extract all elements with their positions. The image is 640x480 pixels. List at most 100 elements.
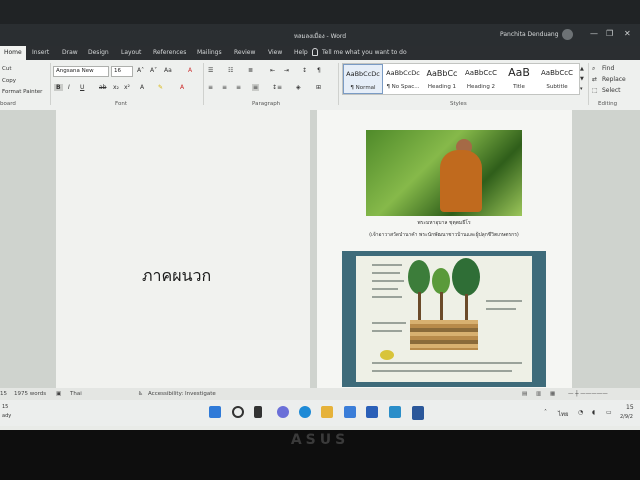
minimize-button[interactable]: —	[590, 29, 598, 38]
mail-icon[interactable]	[344, 406, 356, 418]
volume-icon[interactable]: ◖	[592, 409, 595, 416]
clock-date[interactable]: 2/9/2	[620, 414, 633, 420]
text-effects-icon[interactable]: A	[140, 84, 144, 91]
clear-format-icon[interactable]: A	[188, 67, 192, 74]
bold-icon[interactable]: B	[54, 84, 63, 91]
underline-icon[interactable]: U	[80, 84, 84, 91]
tall-tree-illustration	[452, 258, 480, 296]
weather-widget[interactable]: 15	[2, 404, 8, 410]
battery-icon[interactable]: ▭	[606, 409, 612, 416]
font-color-icon[interactable]: A	[180, 84, 184, 91]
align-left-icon[interactable]: ≡	[208, 84, 213, 91]
tab-mailings[interactable]: Mailings	[197, 49, 222, 56]
subscript-icon[interactable]: x₂	[113, 84, 119, 91]
task-view-icon[interactable]	[254, 406, 262, 418]
justify-icon[interactable]: ≡	[252, 84, 260, 91]
italic-icon[interactable]: I	[68, 84, 70, 91]
tab-home[interactable]: Home	[0, 46, 26, 60]
word-count[interactable]: 1975 words	[14, 391, 46, 397]
user-name[interactable]: Panchita Denduang	[500, 31, 559, 38]
appendix-heading[interactable]: ภาคผนวก	[142, 264, 211, 289]
store-icon[interactable]	[366, 406, 378, 418]
chevron-up-icon[interactable]: ▲	[580, 66, 584, 72]
shrink-font-icon[interactable]: A˅	[150, 67, 157, 74]
tab-draw[interactable]: Draw	[62, 49, 78, 56]
style-sample: AaBbCc	[426, 69, 458, 78]
style-no-spacing[interactable]: AaBbCcDc ¶ No Spac...	[383, 64, 423, 94]
accessibility-status[interactable]: Accessibility: Investigate	[148, 391, 216, 397]
read-mode-icon[interactable]: ▤	[522, 391, 527, 397]
find-button[interactable]: Find	[602, 65, 614, 72]
more-styles-icon[interactable]: ▾	[580, 86, 583, 92]
copy-button[interactable]: Copy	[2, 78, 16, 84]
multilevel-list-icon[interactable]: ≣	[248, 67, 253, 74]
sort-icon[interactable]: ↕	[302, 67, 307, 74]
increase-indent-icon[interactable]: ⇥	[284, 67, 289, 74]
tell-me-search[interactable]: Tell me what you want to do	[322, 49, 407, 56]
page-indicator[interactable]: 15	[0, 391, 7, 397]
word-app-icon[interactable]	[412, 406, 424, 420]
decrease-indent-icon[interactable]: ⇤	[270, 67, 275, 74]
restore-button[interactable]: ❐	[606, 29, 613, 38]
format-painter-button[interactable]: Format Painter	[2, 89, 42, 95]
tab-help[interactable]: Help	[294, 49, 308, 56]
web-layout-icon[interactable]: ▦	[550, 391, 555, 397]
numbering-icon[interactable]: ☷	[228, 67, 233, 74]
change-case-icon[interactable]: Aa	[164, 67, 172, 74]
style-heading-1[interactable]: AaBbCc Heading 1	[423, 64, 461, 94]
clock-time[interactable]: 15	[626, 404, 634, 411]
accessibility-icon: ♿	[138, 391, 143, 397]
grow-font-icon[interactable]: A˄	[137, 67, 144, 74]
select-icon: ⬚	[592, 87, 598, 94]
strikethrough-icon[interactable]: ab	[99, 84, 107, 91]
style-heading-2[interactable]: AaBbCcC Heading 2	[461, 64, 501, 94]
chevron-up-icon[interactable]: ˄	[544, 409, 547, 416]
start-icon[interactable]	[209, 406, 221, 418]
search-icon[interactable]	[232, 406, 244, 418]
close-button[interactable]: ✕	[624, 29, 631, 38]
input-language[interactable]: ไทย	[558, 409, 569, 419]
page-left[interactable]	[56, 110, 310, 388]
avatar[interactable]	[562, 29, 573, 40]
zoom-slider[interactable]: — ┼ —————	[568, 391, 608, 397]
weather-status[interactable]: ady	[2, 413, 11, 419]
bullets-icon[interactable]: ☰	[208, 67, 213, 74]
style-name: ¶ No Spac...	[386, 84, 420, 90]
photo-caption-desc[interactable]: (เจ้าอาวาสวัดป่านาคำ พระนักพัฒนาชาวบ้านแ…	[316, 231, 572, 239]
line-spacing-icon[interactable]: ↕≡	[272, 84, 282, 91]
styles-group-label: Styles	[450, 101, 467, 107]
edge-icon[interactable]	[299, 406, 311, 418]
tab-layout[interactable]: Layout	[121, 49, 141, 56]
replace-button[interactable]: Replace	[602, 76, 626, 83]
borders-icon[interactable]: ⊞	[316, 84, 321, 91]
align-center-icon[interactable]: ≡	[222, 84, 227, 91]
style-subtitle[interactable]: AaBbCcC Subtitle	[537, 64, 577, 94]
cut-button[interactable]: Cut	[2, 66, 11, 72]
chat-icon[interactable]	[277, 406, 289, 418]
print-layout-icon[interactable]: ▥	[536, 391, 541, 397]
align-right-icon[interactable]: ≡	[236, 84, 241, 91]
highlight-icon[interactable]: ✎	[158, 84, 163, 91]
tab-design[interactable]: Design	[88, 49, 109, 56]
pilcrow-icon[interactable]: ¶	[317, 67, 321, 74]
file-explorer-icon[interactable]	[321, 406, 333, 418]
photo-caption-name[interactable]: พระมหาอุบาล ชุตฺตมธีโร	[316, 219, 572, 227]
tab-review[interactable]: Review	[234, 49, 255, 56]
style-normal[interactable]: AaBbCcDc ¶ Normal	[343, 64, 383, 94]
app-icon[interactable]	[389, 406, 401, 418]
tab-view[interactable]: View	[268, 49, 282, 56]
font-size-select[interactable]: 16	[111, 66, 133, 77]
style-title[interactable]: AaB Title	[501, 64, 537, 94]
tab-references[interactable]: References	[153, 49, 186, 56]
chevron-down-icon[interactable]: ▼	[580, 76, 584, 82]
poster-text-line	[372, 322, 406, 324]
proofing-icon[interactable]: ▣	[56, 391, 61, 397]
superscript-icon[interactable]: x²	[124, 84, 130, 91]
tab-insert[interactable]: Insert	[32, 49, 49, 56]
select-button[interactable]: Select	[602, 87, 621, 94]
wifi-icon[interactable]: ◔	[578, 409, 583, 416]
font-name-select[interactable]: Angsana New	[53, 66, 109, 77]
divider	[203, 63, 204, 105]
language-indicator[interactable]: Thai	[70, 391, 82, 397]
shading-icon[interactable]: ◈	[296, 84, 301, 91]
